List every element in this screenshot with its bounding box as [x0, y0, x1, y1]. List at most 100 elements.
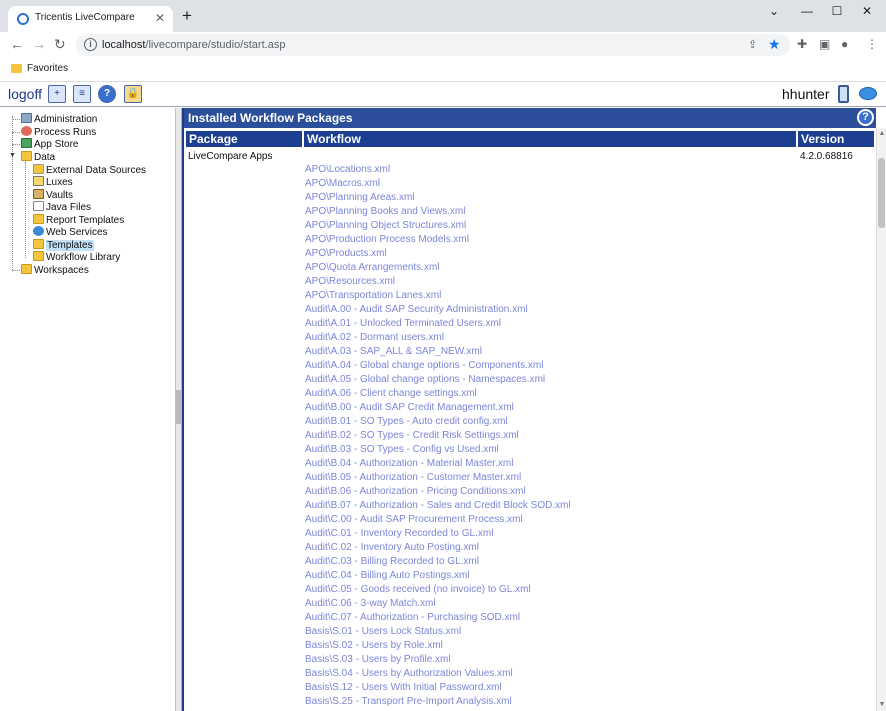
maximize-icon[interactable]: ☐ — [822, 4, 852, 20]
workflow-link[interactable]: APO\Locations.xml — [305, 163, 795, 177]
folder-icon — [33, 251, 44, 261]
folder-icon — [33, 239, 44, 249]
tree-item-web-services[interactable]: Web Services — [33, 226, 108, 238]
folder-icon — [33, 214, 44, 224]
workflow-link[interactable]: Audit\C.02 - Inventory Auto Posting.xml — [305, 541, 795, 555]
workflow-link[interactable]: APO\Quota Arrangements.xml — [305, 261, 795, 275]
workflow-link[interactable]: Basis\S.03 - Users by Profile.xml — [305, 653, 795, 667]
menu-icon[interactable]: ⋮ — [866, 37, 878, 51]
workflow-link[interactable]: Audit\C.04 - Billing Auto Postings.xml — [305, 569, 795, 583]
workflow-link[interactable]: Audit\B.04 - Authorization - Material Ma… — [305, 457, 795, 471]
mobile-icon[interactable] — [838, 85, 849, 103]
workflow-link[interactable]: Audit\C.01 - Inventory Recorded to GL.xm… — [305, 527, 795, 541]
workflow-link[interactable]: Audit\C.07 - Authorization - Purchasing … — [305, 611, 795, 625]
back-icon[interactable]: ← — [10, 36, 24, 52]
splitter-grip[interactable] — [176, 390, 181, 424]
tree-item-external-data-sources[interactable]: External Data Sources — [33, 164, 146, 176]
vault-icon — [33, 189, 44, 199]
tree-item-workflow-library[interactable]: Workflow Library — [33, 251, 120, 263]
star-icon[interactable]: ★ — [768, 36, 781, 53]
tree-item-java-files[interactable]: Java Files — [33, 201, 91, 213]
workflow-link[interactable]: Audit\A.02 - Dormant users.xml — [305, 331, 795, 345]
collapse-data-icon[interactable]: ▼ — [9, 152, 16, 159]
app-store-icon — [21, 138, 32, 148]
workflow-link[interactable]: Audit\B.03 - SO Types - Config vs Used.x… — [305, 443, 795, 457]
column-header-package[interactable]: Package — [186, 131, 302, 147]
column-header-version[interactable]: Version — [798, 131, 874, 147]
tree-item-workspaces[interactable]: Workspaces — [21, 264, 89, 276]
minimize-icon[interactable]: — — [792, 4, 822, 20]
workflow-link[interactable]: Audit\C.06 - 3-way Match.xml — [305, 597, 795, 611]
lock-icon[interactable]: 🔒 — [124, 85, 142, 103]
workflow-link[interactable]: APO\Production Process Models.xml — [305, 233, 795, 247]
sidepanel-icon[interactable]: ▣ — [819, 37, 830, 51]
tree-item-label: Web Services — [46, 227, 108, 238]
workflow-link[interactable]: Audit\C.00 - Audit SAP Procurement Proce… — [305, 513, 795, 527]
workflow-link[interactable]: Basis\S.25 - Transport Pre-Import Analys… — [305, 695, 795, 709]
workflow-link[interactable]: Audit\B.02 - SO Types - Credit Risk Sett… — [305, 429, 795, 443]
browser-tab[interactable]: Tricentis LiveCompare ✕ — [8, 6, 173, 32]
reload-icon[interactable]: ↻ — [54, 36, 66, 52]
workflow-link[interactable]: APO\Planning Object Structures.xml — [305, 219, 795, 233]
new-window-icon[interactable]: + — [48, 85, 66, 103]
workflow-link[interactable]: APO\Resources.xml — [305, 275, 795, 289]
workflow-link[interactable]: Audit\A.05 - Global change options - Nam… — [305, 373, 795, 387]
tab-search-chevron-icon[interactable]: ⌄ — [759, 4, 789, 20]
workflow-link[interactable]: Audit\A.03 - SAP_ALL & SAP_NEW.xml — [305, 345, 795, 359]
tree-item-luxes[interactable]: Luxes — [33, 176, 73, 188]
tree-item-templates[interactable]: Templates — [33, 239, 94, 251]
tree-item-administration[interactable]: Administration — [21, 113, 97, 125]
workflow-link[interactable]: APO\Macros.xml — [305, 177, 795, 191]
close-window-icon[interactable]: ✕ — [852, 4, 882, 20]
server-icon[interactable]: ≡ — [73, 85, 91, 103]
workflow-link[interactable]: APO\Transportation Lanes.xml — [305, 289, 795, 303]
workflow-link[interactable]: Basis\S.12 - Users With Initial Password… — [305, 681, 795, 695]
tree-item-label: Administration — [34, 114, 98, 125]
tree-item-label: Vaults — [46, 190, 74, 201]
package-version: 4.2.0.68816 — [800, 151, 853, 162]
workflow-link[interactable]: Audit\C.05 - Goods received (no invoice)… — [305, 583, 795, 597]
workflow-link[interactable]: Basis\S.04 - Users by Authorization Valu… — [305, 667, 795, 681]
tree-item-app-store[interactable]: App Store — [21, 138, 78, 150]
tree-item-report-templates[interactable]: Report Templates — [33, 214, 124, 226]
tree-connector — [12, 270, 20, 271]
logoff-link[interactable]: logoff — [8, 86, 42, 102]
workflow-link[interactable]: Audit\A.00 - Audit SAP Security Administ… — [305, 303, 795, 317]
workflow-link[interactable]: Audit\A.04 - Global change options - Com… — [305, 359, 795, 373]
chat-icon[interactable] — [859, 87, 877, 100]
workflow-link[interactable]: Audit\B.00 - Audit SAP Credit Management… — [305, 401, 795, 415]
profile-icon[interactable]: ● — [841, 37, 848, 51]
workflow-link[interactable]: Audit\B.05 - Authorization - Customer Ma… — [305, 471, 795, 485]
workflow-link[interactable]: Audit\B.06 - Authorization - Pricing Con… — [305, 485, 795, 499]
panel-help-icon[interactable]: ? — [857, 109, 874, 126]
workflow-link[interactable]: APO\Products.xml — [305, 247, 795, 261]
close-tab-icon[interactable]: ✕ — [155, 11, 165, 25]
new-tab-icon[interactable]: + — [182, 6, 192, 26]
workflow-link[interactable]: APO\Planning Areas.xml — [305, 191, 795, 205]
workflow-link[interactable]: Audit\B.01 - SO Types - Auto credit conf… — [305, 415, 795, 429]
tree-item-vaults[interactable]: Vaults — [33, 189, 73, 201]
tree-item-label: Workspaces — [34, 265, 89, 276]
help-icon[interactable]: ? — [98, 85, 116, 103]
process-runs-icon — [21, 126, 32, 136]
workflow-link[interactable]: Basis\S.02 - Users by Role.xml — [305, 639, 795, 653]
tree-item-process-runs[interactable]: Process Runs — [21, 126, 96, 138]
column-header-workflow[interactable]: Workflow — [304, 131, 796, 147]
forward-icon[interactable]: → — [32, 36, 46, 52]
info-icon[interactable]: i — [84, 38, 97, 51]
workflow-link[interactable]: Audit\C.03 - Billing Recorded to GL.xml — [305, 555, 795, 569]
share-icon[interactable]: ⇪ — [748, 38, 757, 51]
workflow-link[interactable]: Audit\B.07 - Authorization - Sales and C… — [305, 499, 795, 513]
address-bar[interactable]: i localhost/livecompare/studio/start.asp… — [76, 34, 790, 56]
workflow-link[interactable]: Audit\A.01 - Unlocked Terminated Users.x… — [305, 317, 795, 331]
scrollbar-thumb[interactable] — [878, 158, 885, 228]
scroll-up-icon[interactable]: ▲ — [877, 128, 886, 140]
scroll-down-icon[interactable]: ▼ — [877, 699, 886, 711]
extensions-icon[interactable]: ✚ — [797, 37, 807, 51]
workflow-link[interactable]: Basis\S.01 - Users Lock Status.xml — [305, 625, 795, 639]
tree-item-data[interactable]: Data — [21, 151, 55, 163]
favorites-link[interactable]: Favorites — [27, 63, 68, 74]
workflow-link[interactable]: APO\Planning Books and Views.xml — [305, 205, 795, 219]
vertical-scrollbar[interactable]: ▲ ▼ — [876, 128, 886, 711]
workflow-link[interactable]: Audit\A.06 - Client change settings.xml — [305, 387, 795, 401]
